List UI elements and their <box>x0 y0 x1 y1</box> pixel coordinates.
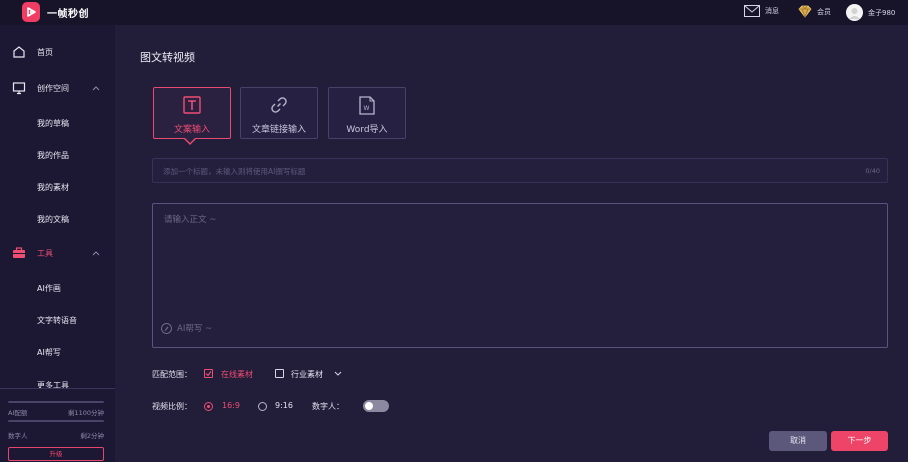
ai-write-button[interactable]: AI帮写 ~ <box>161 322 212 334</box>
aspect-9-16-label[interactable]: 9:16 <box>275 401 293 410</box>
user-name: 金子980 <box>868 8 896 17</box>
avatar <box>846 4 863 21</box>
industry-material-checkbox[interactable] <box>275 369 284 378</box>
upgrade-button[interactable]: 升级 <box>8 447 104 461</box>
quota-ai-value: 剩1100分钟 <box>67 409 104 417</box>
chevron-up-icon[interactable] <box>92 85 100 91</box>
chevron-down-icon[interactable] <box>334 371 342 377</box>
quota-ai-bar <box>8 401 104 403</box>
messages-button[interactable]: 消息 <box>744 5 779 17</box>
aspect-16-9-radio[interactable] <box>204 402 213 411</box>
aspect-ratio-label: 视频比例： <box>152 402 192 411</box>
tab-label: Word导入 <box>346 125 388 135</box>
match-scope-label: 匹配范围： <box>152 370 192 379</box>
sidebar-item-creative-space[interactable]: 创作空间 <box>0 77 115 99</box>
quota-dh-bar <box>8 420 104 422</box>
tab-label: 文案输入 <box>173 125 210 135</box>
text-icon <box>183 96 201 114</box>
tab-label: 文章链接输入 <box>251 125 306 135</box>
body-textarea[interactable]: 请输入正文 ~ AI帮写 ~ <box>152 203 888 348</box>
sidebar-item-ai-painting[interactable]: AI作画 <box>0 277 115 299</box>
messages-label: 消息 <box>765 7 779 15</box>
brand-name: 一帧秒创 <box>47 8 89 20</box>
quota-ai-label: AI配额 <box>8 409 28 417</box>
quota-ai-row: AI配额 剩1100分钟 <box>8 407 104 417</box>
sidebar-item-label: 文字转语音 <box>37 315 77 325</box>
sidebar-item-label: 工具 <box>37 248 53 258</box>
vip-button[interactable]: 会员 <box>798 5 831 18</box>
sidebar-item-label: 创作空间 <box>37 83 69 93</box>
sidebar-item-label: AI帮写 <box>37 347 61 357</box>
word-doc-icon: W <box>359 96 375 115</box>
sidebar-item-ai-writing[interactable]: AI帮写 <box>0 341 115 363</box>
vip-label: 会员 <box>817 7 831 16</box>
online-material-checkbox[interactable] <box>204 369 213 378</box>
quota-dh-label: 数字人 <box>8 432 28 440</box>
digital-human-toggle[interactable] <box>363 400 389 412</box>
aspect-16-9-label[interactable]: 16:9 <box>222 401 240 410</box>
logo-mark-icon <box>22 2 40 22</box>
diamond-icon <box>798 5 812 18</box>
user-menu[interactable]: 金子980 <box>846 4 895 21</box>
quota-dh-value: 剩2分钟 <box>80 432 104 440</box>
title-char-counter: 0/40 <box>865 167 880 175</box>
sidebar-item-my-works[interactable]: 我的作品 <box>0 144 115 166</box>
quota-dh-row: 数字人 剩2分钟 <box>8 430 104 440</box>
tab-pointer-inner <box>185 138 195 143</box>
logo[interactable]: 一帧秒创 <box>22 2 89 22</box>
sidebar-item-label: 我的素材 <box>37 182 69 192</box>
sidebar-item-text-to-speech[interactable]: 文字转语音 <box>0 309 115 331</box>
tab-link-input[interactable]: 文章链接输入 <box>240 87 318 139</box>
quota-panel: AI配额 剩1100分钟 数字人 剩2分钟 升级 <box>0 388 115 462</box>
chevron-up-icon[interactable] <box>92 250 100 256</box>
sidebar-item-label: AI作画 <box>37 283 61 293</box>
sidebar-item-label: 我的草稿 <box>37 118 69 128</box>
top-bar: 一帧秒创 消息 会员 金子980 <box>0 0 908 25</box>
cancel-button[interactable]: 取消 <box>769 431 827 451</box>
toolbox-icon <box>13 247 25 258</box>
ai-write-label: AI帮写 ~ <box>177 324 213 334</box>
link-icon <box>271 97 287 113</box>
digital-human-label: 数字人： <box>312 402 344 411</box>
sidebar-item-label: 我的文稿 <box>37 214 69 224</box>
online-material-label[interactable]: 在线素材 <box>221 369 253 380</box>
svg-text:W: W <box>364 105 370 112</box>
check-icon <box>205 371 212 377</box>
title-placeholder: 添加一个标题，未输入则将使用AI撰写标题 <box>163 167 306 176</box>
tab-text-input[interactable]: 文案输入 <box>153 87 231 139</box>
home-icon <box>13 46 25 58</box>
sidebar-item-my-docs[interactable]: 我的文稿 <box>0 208 115 230</box>
industry-material-label[interactable]: 行业素材 <box>291 369 323 380</box>
sidebar-item-label: 首页 <box>37 47 53 57</box>
aspect-9-16-radio[interactable] <box>258 402 267 411</box>
sidebar: 首页 创作空间 我的草稿 我的作品 我的素材 我的文稿 工具 AI作画 文字转语… <box>0 25 115 462</box>
body-placeholder: 请输入正文 ~ <box>164 215 217 225</box>
title-input[interactable]: 添加一个标题，未输入则将使用AI撰写标题 0/40 <box>152 158 888 183</box>
sidebar-item-home[interactable]: 首页 <box>0 41 115 63</box>
sidebar-item-my-materials[interactable]: 我的素材 <box>0 176 115 198</box>
sidebar-item-my-drafts[interactable]: 我的草稿 <box>0 112 115 134</box>
sidebar-item-label: 我的作品 <box>37 150 69 160</box>
ai-icon <box>161 322 172 334</box>
monitor-icon <box>12 82 26 95</box>
divider <box>0 388 115 389</box>
sidebar-item-tools[interactable]: 工具 <box>0 242 115 264</box>
next-step-button[interactable]: 下一步 <box>831 431 888 451</box>
tab-word-import[interactable]: W Word导入 <box>328 87 406 139</box>
mail-icon <box>744 5 760 17</box>
page-title: 图文转视频 <box>140 51 195 64</box>
